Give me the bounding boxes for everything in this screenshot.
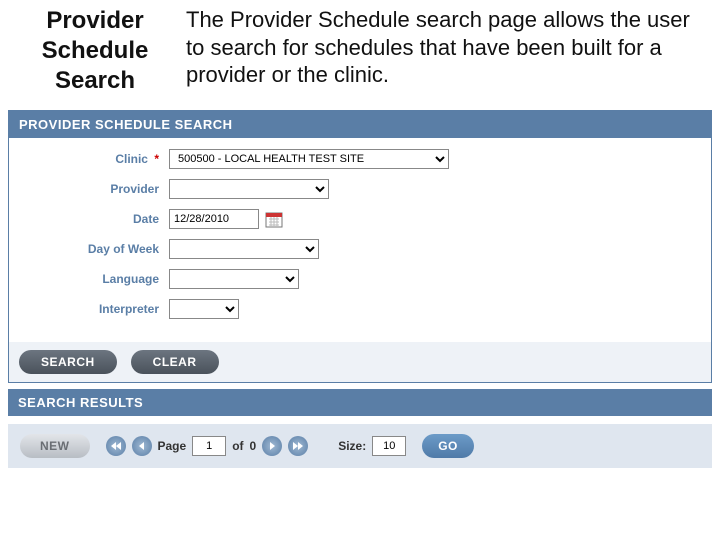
page-title: Provider Schedule Search — [20, 6, 170, 96]
label-date: Date — [19, 212, 169, 226]
provider-select[interactable] — [169, 179, 329, 199]
first-page-icon[interactable] — [106, 436, 126, 456]
search-panel-header: PROVIDER SCHEDULE SEARCH — [9, 111, 711, 138]
row-day-of-week: Day of Week — [19, 238, 701, 260]
last-page-icon[interactable] — [288, 436, 308, 456]
prev-page-icon[interactable] — [132, 436, 152, 456]
row-language: Language — [19, 268, 701, 290]
label-clinic: Clinic * — [19, 152, 169, 166]
label-day-of-week: Day of Week — [19, 242, 169, 256]
row-clinic: Clinic * 500500 - LOCAL HEALTH TEST SITE — [19, 148, 701, 170]
date-input[interactable] — [169, 209, 259, 229]
language-select[interactable] — [169, 269, 299, 289]
row-date: Date — [19, 208, 701, 230]
total-pages: 0 — [250, 439, 257, 453]
size-input[interactable] — [372, 436, 406, 456]
page-description: The Provider Schedule search page allows… — [186, 6, 700, 96]
next-page-icon[interactable] — [262, 436, 282, 456]
row-interpreter: Interpreter — [19, 298, 701, 320]
row-provider: Provider — [19, 178, 701, 200]
search-panel: PROVIDER SCHEDULE SEARCH Clinic * 500500… — [8, 110, 712, 383]
results-header: SEARCH RESULTS — [8, 389, 712, 416]
page-label: Page — [158, 439, 187, 453]
required-mark: * — [154, 152, 159, 166]
of-label: of — [232, 439, 243, 453]
page-input[interactable] — [192, 436, 226, 456]
new-button[interactable]: NEW — [20, 434, 90, 458]
label-provider: Provider — [19, 182, 169, 196]
calendar-icon[interactable] — [265, 210, 283, 228]
label-interpreter: Interpreter — [19, 302, 169, 316]
label-clinic-text: Clinic — [115, 152, 148, 166]
search-form: Clinic * 500500 - LOCAL HEALTH TEST SITE… — [9, 138, 711, 342]
size-label: Size: — [338, 439, 366, 453]
interpreter-select[interactable] — [169, 299, 239, 319]
label-language: Language — [19, 272, 169, 286]
doc-header: Provider Schedule Search The Provider Sc… — [0, 0, 720, 110]
day-of-week-select[interactable] — [169, 239, 319, 259]
clinic-select[interactable]: 500500 - LOCAL HEALTH TEST SITE — [169, 149, 449, 169]
clear-button[interactable]: CLEAR — [131, 350, 219, 374]
button-row: SEARCH CLEAR — [9, 342, 711, 382]
pager-bar: NEW Page of 0 Size: GO — [8, 424, 712, 468]
go-button[interactable]: GO — [422, 434, 474, 458]
search-button[interactable]: SEARCH — [19, 350, 117, 374]
